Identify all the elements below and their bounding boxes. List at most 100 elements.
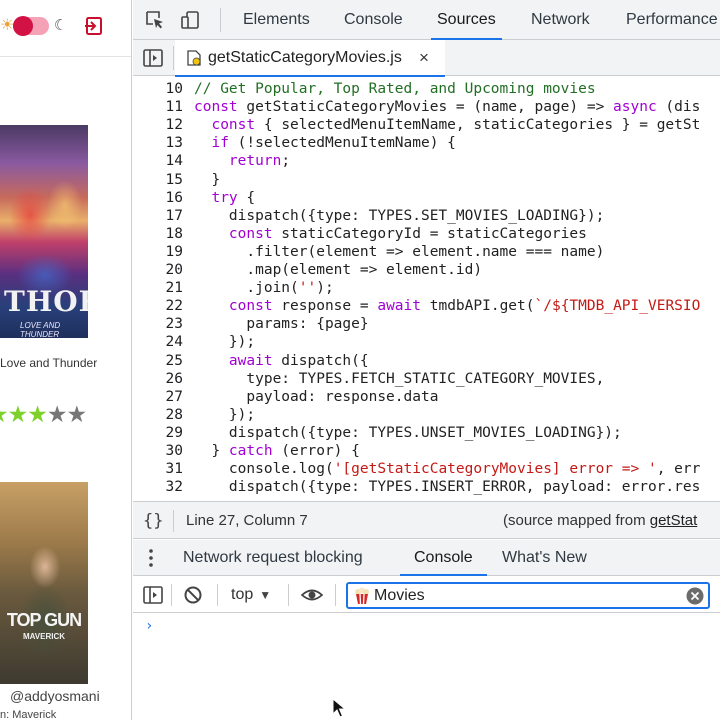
code-editor[interactable]: 10 // Get Popular, Top Rated, and Upcomin…	[133, 77, 720, 500]
code-line[interactable]: 14 return;	[133, 152, 720, 170]
code-token: response =	[272, 298, 378, 315]
line-number[interactable]: 14	[133, 152, 183, 170]
code-keyword: try	[211, 189, 238, 206]
code-line[interactable]: 30 } catch (error) {	[133, 442, 720, 460]
theme-toggle-knob[interactable]	[13, 16, 33, 36]
console-filter-input[interactable]	[374, 584, 674, 607]
line-number[interactable]: 17	[133, 207, 183, 225]
console-output[interactable]: ›	[133, 614, 720, 720]
drawer-tab-console[interactable]: Console	[400, 540, 487, 576]
code-line[interactable]: 32 dispatch({type: TYPES.INSERT_ERROR, p…	[133, 478, 720, 496]
context-selector[interactable]: top ▼	[231, 577, 271, 613]
clear-filter-icon[interactable]	[686, 587, 704, 605]
inspect-element-icon[interactable]	[145, 10, 165, 30]
line-number[interactable]: 26	[133, 370, 183, 388]
code-line[interactable]: 25 await dispatch({	[133, 352, 720, 370]
line-number[interactable]: 24	[133, 333, 183, 351]
toolbar-separator	[173, 46, 174, 70]
code-line[interactable]: 24 });	[133, 333, 720, 351]
line-number[interactable]: 20	[133, 261, 183, 279]
line-number[interactable]: 30	[133, 442, 183, 460]
line-number[interactable]: 21	[133, 279, 183, 297]
line-number[interactable]: 28	[133, 406, 183, 424]
code-text: const staticCategoryId = staticCategorie…	[194, 225, 587, 243]
devtools-toolbar: Elements Console Sources Network Perform…	[133, 0, 720, 40]
line-number[interactable]: 13	[133, 134, 183, 152]
code-line[interactable]: 10 // Get Popular, Top Rated, and Upcomin…	[133, 80, 720, 98]
star-filled-icon: ★	[27, 401, 48, 427]
more-tabs-icon[interactable]	[149, 549, 153, 567]
js-file-icon	[187, 50, 201, 66]
code-token: });	[194, 334, 256, 351]
movie-poster-thor[interactable]: THOR LOVE AND THUNDER	[0, 125, 88, 338]
tab-performance[interactable]: Performance	[626, 0, 718, 40]
line-number[interactable]: 32	[133, 478, 183, 496]
line-number[interactable]: 29	[133, 424, 183, 442]
dropdown-arrow-icon: ▼	[259, 588, 272, 602]
code-line[interactable]: 22 const response = await tmdbAPI.get(`/…	[133, 297, 720, 315]
file-tab[interactable]: getStaticCategoryMovies.js ×	[175, 40, 445, 77]
code-token: (dis	[656, 99, 701, 116]
console-filter[interactable]	[346, 582, 710, 609]
line-number[interactable]: 31	[133, 460, 183, 478]
line-number[interactable]: 18	[133, 225, 183, 243]
code-line[interactable]: 20 .map(element => element.id)	[133, 261, 720, 279]
code-line[interactable]: 15 }	[133, 171, 720, 189]
code-line[interactable]: 12 const { selectedMenuItemName, staticC…	[133, 116, 720, 134]
code-line[interactable]: 28 });	[133, 406, 720, 424]
console-toolbar: top ▼	[133, 577, 720, 613]
tab-console[interactable]: Console	[344, 0, 403, 40]
tab-network[interactable]: Network	[531, 0, 590, 40]
show-sidebar-icon[interactable]	[143, 585, 163, 605]
console-prompt[interactable]: ›	[145, 618, 153, 634]
cursor-position: Line 27, Column 7	[186, 512, 308, 529]
source-map-link[interactable]: getStat	[650, 512, 698, 529]
line-number[interactable]: 23	[133, 315, 183, 333]
line-number[interactable]: 19	[133, 243, 183, 261]
code-line[interactable]: 27 payload: response.data	[133, 388, 720, 406]
clear-console-icon[interactable]	[183, 585, 203, 605]
drawer-tab-network-request-blocking[interactable]: Network request blocking	[183, 540, 363, 576]
theme-toggle[interactable]	[13, 16, 49, 36]
toggle-navigator-icon[interactable]	[143, 49, 163, 67]
logout-icon[interactable]	[84, 16, 104, 36]
code-line[interactable]: 18 const staticCategoryId = staticCatego…	[133, 225, 720, 243]
line-number[interactable]: 10	[133, 80, 183, 98]
movie-poster-top-gun[interactable]: TOP GUN MAVERICK	[0, 482, 88, 684]
line-number[interactable]: 16	[133, 189, 183, 207]
tab-sources[interactable]: Sources	[431, 0, 502, 40]
code-line[interactable]: 11 const getStaticCategoryMovies = (name,…	[133, 98, 720, 116]
drawer-tab-whats-new[interactable]: What's New	[502, 540, 587, 576]
line-number[interactable]: 27	[133, 388, 183, 406]
code-line[interactable]: 26 type: TYPES.FETCH_STATIC_CATEGORY_MOV…	[133, 370, 720, 388]
line-number[interactable]: 15	[133, 171, 183, 189]
code-text: const { selectedMenuItemName, staticCate…	[194, 116, 700, 134]
pretty-print-button[interactable]: {}	[143, 502, 163, 540]
code-token: .join(	[194, 280, 299, 297]
close-tab-button[interactable]: ×	[419, 40, 429, 76]
code-text: .filter(element => element.name === name…	[194, 243, 604, 261]
code-line[interactable]: 13 if (!selectedMenuItemName) {	[133, 134, 720, 152]
star-filled-icon: ★	[0, 401, 9, 427]
movie-title[interactable]: n: Maverick	[0, 709, 56, 720]
code-line[interactable]: 23 params: {page}	[133, 315, 720, 333]
code-token: (error) {	[272, 443, 360, 459]
device-toolbar-icon[interactable]	[180, 10, 200, 30]
line-number[interactable]: 22	[133, 297, 183, 315]
movie-title[interactable]: Love and Thunder	[0, 355, 128, 372]
eye-icon[interactable]	[301, 585, 323, 605]
code-line[interactable]: 21 .join('');	[133, 279, 720, 297]
code-line[interactable]: 29 dispatch({type: TYPES.UNSET_MOVIES_LO…	[133, 424, 720, 442]
tab-elements[interactable]: Elements	[243, 0, 310, 40]
code-token: );	[316, 280, 334, 297]
line-number[interactable]: 25	[133, 352, 183, 370]
line-number[interactable]: 12	[133, 116, 183, 134]
code-text: return;	[194, 152, 290, 170]
code-token: tmdbAPI.get(	[421, 298, 535, 315]
code-line[interactable]: 19 .filter(element => element.name === n…	[133, 243, 720, 261]
code-line[interactable]: 16 try {	[133, 189, 720, 207]
line-number[interactable]: 11	[133, 98, 183, 116]
code-line[interactable]: 17 dispatch({type: TYPES.SET_MOVIES_LOAD…	[133, 207, 720, 225]
code-line[interactable]: 31 console.log('[getStaticCategoryMovies…	[133, 460, 720, 478]
